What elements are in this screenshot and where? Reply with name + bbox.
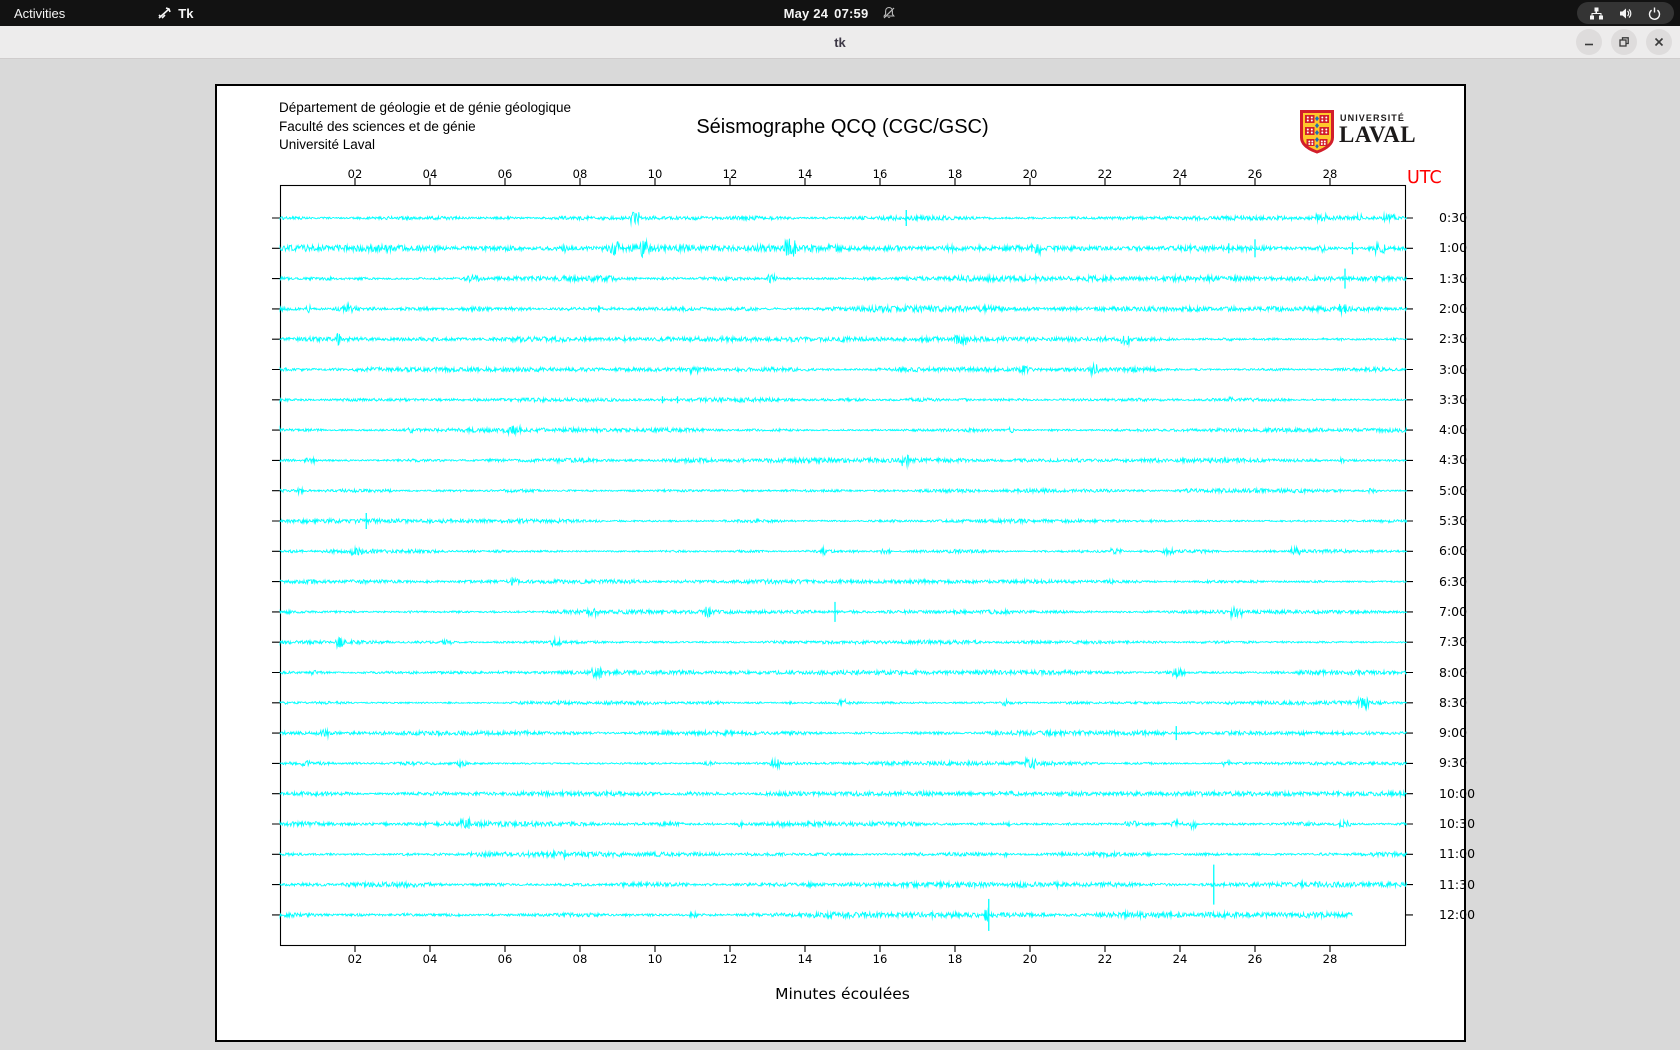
x-tick-label-bottom: 06 <box>497 952 513 966</box>
utc-time-label: 0:30 <box>1439 210 1468 225</box>
x-tick-label-top: 18 <box>947 167 963 181</box>
utc-time-label: 10:30 <box>1439 816 1476 831</box>
x-tick-label-top: 22 <box>1097 167 1113 181</box>
close-button[interactable] <box>1646 29 1672 55</box>
x-tick-label-top: 12 <box>722 167 738 181</box>
minimize-button[interactable] <box>1576 29 1602 55</box>
x-tick-label-top: 28 <box>1322 167 1338 181</box>
gnome-top-bar: Activities Tk May 24 07:59 <box>0 0 1680 26</box>
utc-time-label: 4:00 <box>1439 422 1468 438</box>
seismogram-canvas <box>217 86 1464 1040</box>
x-tick-label-bottom: 24 <box>1172 952 1188 966</box>
utc-time-label: 11:30 <box>1439 876 1476 892</box>
clock-date[interactable]: May 24 <box>784 6 829 21</box>
x-tick-label-top: 10 <box>647 167 663 181</box>
x-tick-label-bottom: 26 <box>1247 952 1263 966</box>
x-tick-label-top: 24 <box>1172 167 1188 181</box>
utc-time-label: 5:30 <box>1439 513 1468 528</box>
chart-title: Séismographe QCQ (CGC/GSC) <box>696 116 989 138</box>
utc-time-label: 3:00 <box>1439 361 1468 377</box>
network-wired-icon <box>1589 6 1604 21</box>
x-tick-label-bottom: 02 <box>347 952 363 966</box>
x-tick-label-bottom: 16 <box>872 952 888 966</box>
utc-time-label: 12:00 <box>1439 906 1476 922</box>
x-tick-label-bottom: 10 <box>647 952 663 966</box>
utc-axis-label: UTC <box>1407 168 1442 188</box>
utc-time-label: 1:30 <box>1439 270 1468 286</box>
x-tick-label-bottom: 08 <box>572 952 588 966</box>
volume-icon <box>1618 6 1633 21</box>
x-tick-label-bottom: 20 <box>1022 952 1038 966</box>
window-title: tk <box>834 34 846 50</box>
power-icon <box>1647 6 1662 21</box>
utc-time-label: 11:00 <box>1439 846 1476 862</box>
maximize-button[interactable] <box>1611 29 1637 55</box>
utc-time-label: 8:00 <box>1439 664 1468 680</box>
x-tick-label-top: 02 <box>347 167 363 181</box>
clock-time[interactable]: 07:59 <box>834 6 868 21</box>
utc-time-label: 9:30 <box>1439 755 1468 771</box>
x-tick-label-top: 06 <box>497 167 513 181</box>
utc-time-label: 5:00 <box>1439 482 1468 498</box>
utc-time-label: 1:00 <box>1439 240 1468 256</box>
utc-time-label: 2:30 <box>1439 331 1468 347</box>
laval-shield-icon <box>1300 110 1334 154</box>
x-tick-label-top: 08 <box>572 167 588 181</box>
x-tick-label-bottom: 18 <box>947 952 963 966</box>
x-tick-label-top: 20 <box>1022 167 1038 181</box>
utc-time-label: 6:00 <box>1439 543 1468 559</box>
utc-time-label: 8:30 <box>1439 694 1468 710</box>
window-titlebar[interactable]: tk <box>0 26 1680 59</box>
utc-time-label: 6:30 <box>1439 573 1468 589</box>
logo-laval-label: LAVAL <box>1339 122 1417 147</box>
universite-laval-logo: UNIVERSITÉ LAVAL <box>1300 110 1460 154</box>
utc-time-label: 9:00 <box>1439 725 1468 741</box>
x-tick-label-top: 04 <box>422 167 438 181</box>
notifications-disabled-icon <box>882 6 896 20</box>
x-tick-label-bottom: 12 <box>722 952 738 966</box>
x-tick-label-top: 26 <box>1247 167 1263 181</box>
x-tick-label-top: 14 <box>797 167 813 181</box>
x-tick-label-bottom: 14 <box>797 952 813 966</box>
seismograph-panel: Département de géologie et de génie géol… <box>215 84 1475 1042</box>
utc-time-label: 7:30 <box>1439 634 1468 650</box>
system-tray[interactable] <box>1577 2 1674 24</box>
utc-time-label: 3:30 <box>1439 391 1468 407</box>
x-tick-label-bottom: 04 <box>422 952 438 966</box>
x-tick-label-bottom: 22 <box>1097 952 1113 966</box>
x-tick-label-top: 16 <box>872 167 888 181</box>
x-axis-title: Minutes écoulées <box>775 985 910 1003</box>
x-tick-label-bottom: 28 <box>1322 952 1338 966</box>
utc-time-label: 7:00 <box>1439 603 1468 619</box>
utc-time-label: 10:00 <box>1439 785 1476 801</box>
utc-time-label: 4:30 <box>1439 452 1468 468</box>
utc-time-label: 2:00 <box>1439 300 1468 316</box>
